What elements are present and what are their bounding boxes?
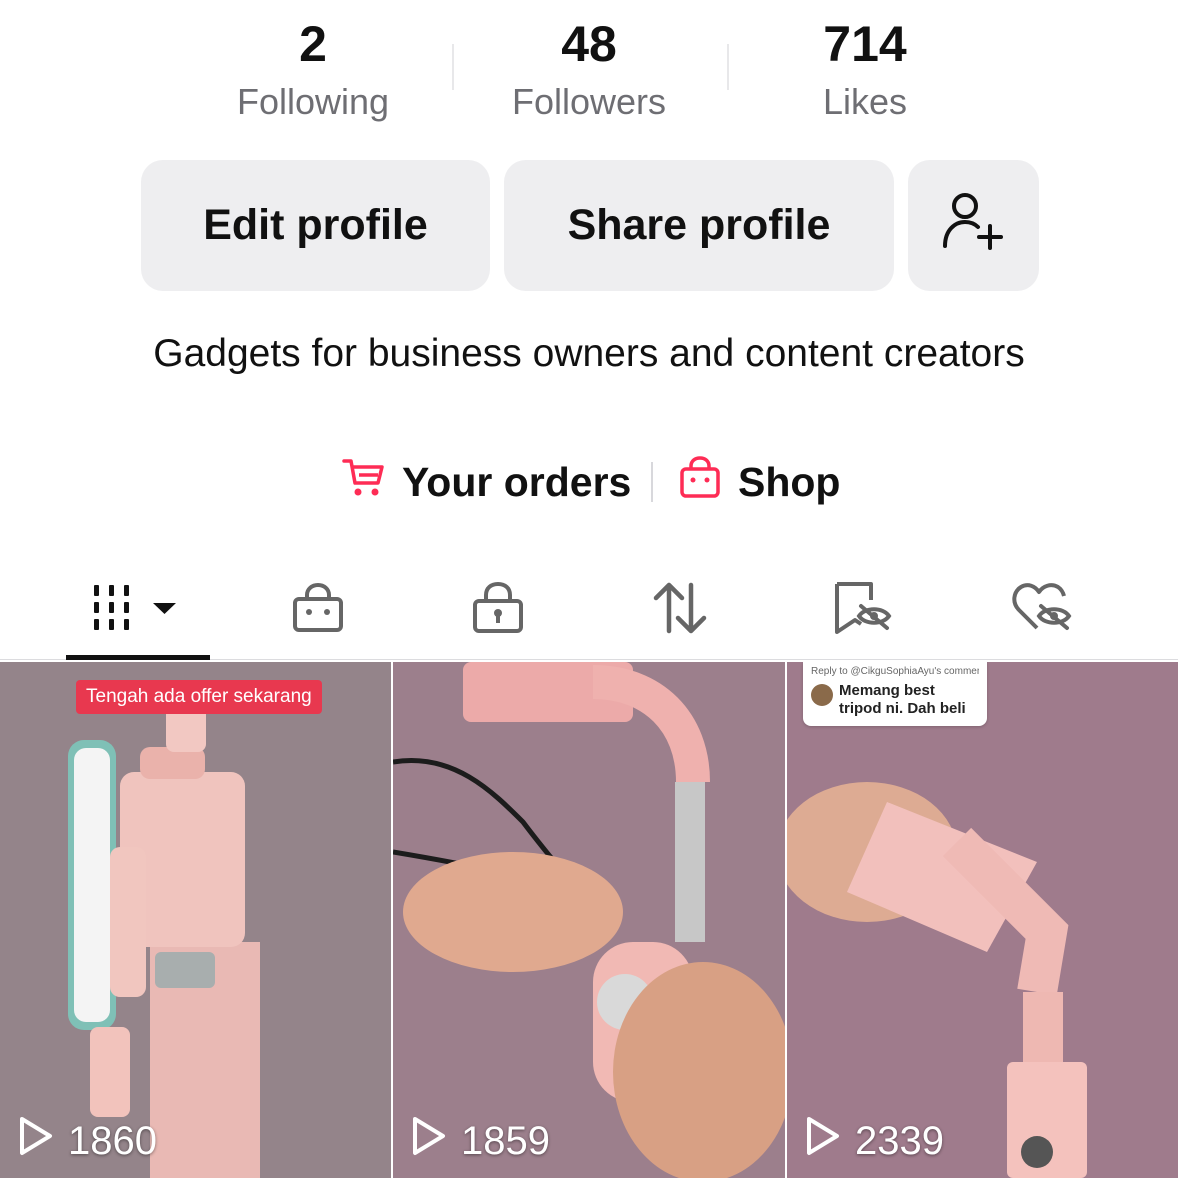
grid-icon: [90, 583, 186, 638]
avatar: [811, 684, 833, 706]
followers-stat[interactable]: 48 Followers: [469, 14, 709, 130]
tab-private[interactable]: [408, 560, 588, 660]
video-thumbnail-image: [787, 662, 1178, 1178]
tab-shop[interactable]: [228, 560, 408, 660]
video-thumbnail[interactable]: 1859: [393, 662, 785, 1178]
comment-text: Memang best tripod ni. Dah beli: [839, 682, 966, 717]
view-count-value: 1859: [461, 1118, 550, 1163]
add-friend-button[interactable]: [908, 160, 1039, 291]
shop-label: Shop: [738, 458, 841, 505]
profile-tabs: [0, 560, 1178, 660]
your-orders-link[interactable]: Your orders: [342, 454, 631, 510]
reply-comment-bubble: Reply to @CikguSophiaAyu's comment Meman…: [803, 662, 987, 726]
likes-stat[interactable]: 714 Likes: [745, 14, 985, 130]
followers-count: 48: [561, 16, 617, 72]
tab-liked[interactable]: [952, 560, 1132, 660]
shop-link[interactable]: Shop: [678, 454, 840, 510]
profile-links: Your orders Shop: [0, 454, 1178, 510]
play-icon: [805, 1116, 855, 1166]
followers-label: Followers: [511, 81, 667, 122]
following-count: 2: [299, 16, 327, 72]
tab-videos[interactable]: [48, 560, 228, 660]
view-count: 1859: [411, 1116, 550, 1166]
video-thumbnail-image: [393, 662, 785, 1178]
view-count-value: 2339: [855, 1118, 944, 1163]
cart-icon: [342, 455, 402, 509]
video-thumbnail[interactable]: Reply to @CikguSophiaAyu's comment Meman…: [787, 662, 1178, 1178]
person-plus-icon: [941, 190, 1007, 261]
tab-reposts[interactable]: [590, 560, 770, 660]
edit-profile-button[interactable]: Edit profile: [141, 160, 490, 291]
profile-bio: Gadgets for business owners and content …: [153, 332, 1025, 375]
links-divider: [651, 462, 653, 502]
edit-profile-label: Edit profile: [203, 201, 428, 249]
likes-label: Likes: [822, 81, 908, 122]
shopping-bag-icon: [291, 582, 345, 639]
video-thumbnail[interactable]: Tengah ada offer sekarang 1860: [0, 662, 391, 1178]
lock-icon: [471, 581, 525, 640]
view-count: 1860: [18, 1116, 157, 1166]
your-orders-label: Your orders: [402, 458, 632, 505]
likes-count: 714: [823, 16, 907, 72]
stat-divider: [452, 44, 454, 90]
repost-icon: [650, 581, 710, 640]
share-profile-button[interactable]: Share profile: [504, 160, 894, 291]
video-thumbnail-image: [0, 662, 391, 1178]
play-icon: [18, 1116, 68, 1166]
following-stat[interactable]: 2 Following: [193, 14, 433, 130]
video-grid: Tengah ada offer sekarang 1860 1859 Repl…: [0, 662, 1178, 1178]
shopping-bag-icon: [678, 455, 738, 509]
view-count-value: 1860: [68, 1118, 157, 1163]
tab-favorites[interactable]: [772, 560, 952, 660]
share-profile-label: Share profile: [567, 201, 831, 249]
active-tab-indicator: [66, 655, 210, 660]
hidden-favorites-icon: [831, 580, 893, 641]
play-icon: [411, 1116, 461, 1166]
hidden-liked-icon: [1011, 580, 1073, 641]
following-label: Following: [236, 81, 390, 122]
reply-to-text: Reply to @CikguSophiaAyu's comment: [811, 666, 979, 677]
stat-divider: [727, 44, 729, 90]
profile-stats: 2 Following 48 Followers 714 Likes: [0, 0, 1178, 130]
overlay-caption: Tengah ada offer sekarang: [76, 680, 322, 714]
view-count: 2339: [805, 1116, 944, 1166]
